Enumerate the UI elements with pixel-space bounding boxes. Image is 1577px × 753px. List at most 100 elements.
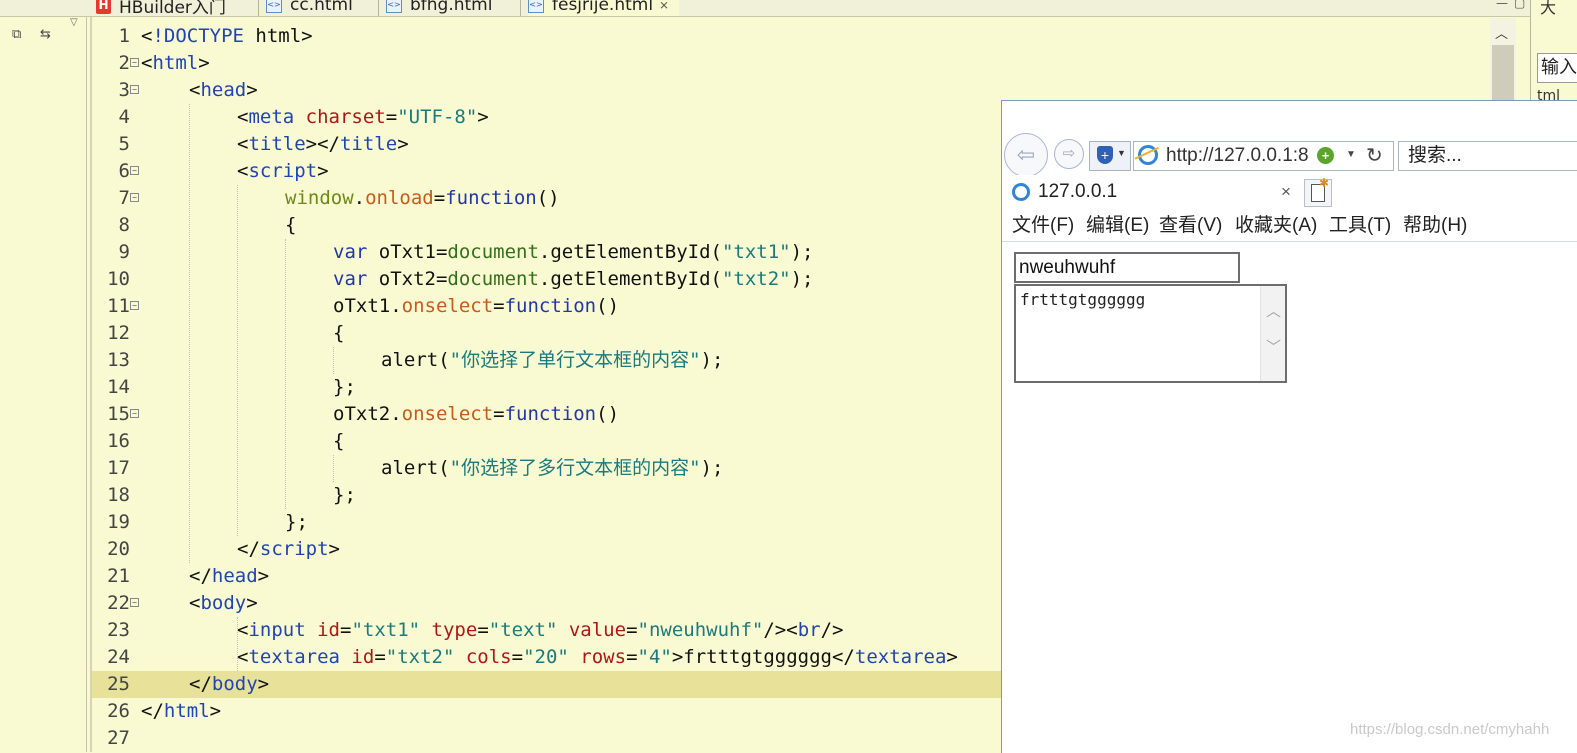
menu-favorites[interactable]: 收藏夹(A)	[1235, 211, 1317, 241]
code-token: ()	[596, 295, 620, 317]
compatibility-view-button[interactable]: + ▼	[1089, 141, 1131, 171]
menu-view[interactable]: 查看(V)	[1159, 211, 1222, 241]
minimize-icon[interactable]: —	[1496, 0, 1508, 10]
ie-logo-icon	[1138, 145, 1158, 165]
code-token: "20"	[523, 646, 569, 668]
code-line[interactable]: 1 <!DOCTYPE html>	[92, 23, 1490, 50]
code-token: };	[333, 376, 356, 398]
code-token: >	[397, 133, 409, 155]
address-bar[interactable]: http://127.0.0.1:8 + ▼ ↻	[1133, 141, 1394, 171]
code-line[interactable]: 2− <html>	[92, 50, 1490, 77]
code-token: .	[353, 187, 366, 209]
code-token: alert(	[381, 457, 450, 479]
browser-window: ⇦ ⇨ + ▼ http://127.0.0.1:8 + ▼ ↻ 搜索... 1…	[1001, 100, 1577, 753]
code-text: </head>	[189, 563, 269, 590]
close-icon[interactable]: ⨯	[659, 0, 669, 12]
code-token: charset	[305, 106, 386, 128]
code-token: ()	[536, 187, 560, 209]
maximize-icon[interactable]: ▢	[1514, 0, 1525, 10]
code-text: <body>	[189, 590, 258, 617]
code-token: var	[333, 241, 368, 263]
chevron-up-icon[interactable]: ︿	[1266, 300, 1281, 321]
menu-edit[interactable]: 编辑(E)	[1086, 211, 1149, 241]
link-editor-icon[interactable]: ⇆	[40, 27, 51, 42]
code-token: html	[152, 52, 199, 74]
menu-file[interactable]: 文件(F)	[1012, 211, 1074, 241]
menu-tools[interactable]: 工具(T)	[1329, 211, 1391, 241]
tab-cc-html[interactable]: <> cc.html	[266, 0, 353, 16]
fold-toggle-icon[interactable]: −	[130, 58, 139, 67]
search-input[interactable]: 搜索...	[1398, 141, 1577, 171]
arrow-right-icon: ⇨	[1062, 145, 1076, 162]
line-number: 20	[107, 538, 130, 560]
code-token: <	[189, 592, 201, 614]
single-line-text-input[interactable]: nweuhwuhf	[1014, 252, 1240, 283]
code-text: <html>	[141, 50, 210, 77]
tab-fesjrije-html[interactable]: <> fesjrije.html ⨯	[528, 0, 680, 16]
code-token: >	[209, 700, 222, 722]
code-token: function	[504, 295, 597, 317]
tab-separator	[520, 0, 521, 16]
tab-hbuilder-intro[interactable]: H HBuilder入门	[96, 0, 226, 16]
new-tab-button[interactable]: ✱	[1304, 176, 1332, 207]
code-token: head	[211, 565, 258, 587]
code-token: html>	[243, 25, 313, 47]
fold-toggle-icon[interactable]: −	[130, 598, 139, 607]
code-token: >	[317, 160, 329, 182]
tab-bfhg-html[interactable]: <> bfhg.html	[386, 0, 492, 16]
code-token: body	[211, 673, 258, 695]
chevron-down-icon[interactable]: ▼	[1346, 149, 1356, 160]
browser-tab[interactable]: 127.0.0.1 ×	[1006, 177, 1296, 208]
line-number: 9	[118, 241, 130, 263]
code-token: =	[511, 646, 524, 668]
tab-label: bfhg.html	[410, 0, 493, 15]
code-token: "txt2"	[385, 646, 455, 668]
code-token: <	[237, 160, 249, 182]
code-token: br	[797, 619, 821, 641]
fold-toggle-icon[interactable]: −	[130, 166, 139, 175]
line-number: 5	[118, 133, 130, 155]
code-token: ></	[305, 133, 340, 155]
code-token: document	[447, 241, 539, 263]
address-url[interactable]: http://127.0.0.1:8	[1166, 142, 1309, 170]
back-button[interactable]: ⇦	[1004, 133, 1048, 177]
code-token: !DOCTYPE	[152, 25, 244, 47]
tab-label: fesjrije.html	[552, 0, 654, 15]
chevron-down-icon[interactable]: ﹀	[1266, 336, 1281, 357]
menu-help[interactable]: 帮助(H)	[1403, 211, 1467, 241]
code-token: script	[259, 538, 329, 560]
close-icon[interactable]: ×	[1281, 177, 1291, 207]
fold-toggle-icon[interactable]: −	[130, 193, 139, 202]
code-text: var oTxt2=document.getElementById("txt2"…	[333, 266, 813, 293]
code-token: function	[445, 187, 537, 209]
textarea-scrollbar[interactable]: ︿ ﹀	[1260, 286, 1285, 381]
code-token: "4"	[637, 646, 672, 668]
view-menu-icon[interactable]: ▽	[70, 17, 78, 28]
panel-search-input[interactable]: 输入	[1537, 53, 1577, 83]
indent-guide	[237, 617, 238, 671]
add-site-icon[interactable]: +	[1317, 147, 1334, 164]
multi-line-textarea[interactable]: frtttgtgggggg ︿ ﹀	[1014, 284, 1287, 383]
code-token: <	[237, 619, 249, 641]
scroll-up-icon[interactable]: ︿	[1495, 23, 1508, 42]
forward-button[interactable]: ⇨	[1054, 139, 1084, 169]
code-token: {	[333, 322, 345, 344]
fold-toggle-icon[interactable]: −	[130, 409, 139, 418]
code-token: </	[141, 700, 164, 722]
code-token: rows	[580, 646, 627, 668]
code-token: {	[285, 214, 297, 236]
code-token: >	[198, 52, 210, 74]
fold-toggle-icon[interactable]: −	[130, 301, 139, 310]
code-token: title	[248, 133, 306, 155]
collapse-all-icon[interactable]: ⧉	[12, 27, 21, 42]
code-text: <script>	[237, 158, 329, 185]
code-token: =	[340, 619, 352, 641]
fold-toggle-icon[interactable]: −	[130, 85, 139, 94]
line-number: 10	[107, 268, 130, 290]
refresh-icon[interactable]: ↻	[1366, 143, 1383, 168]
code-text: };	[333, 374, 356, 401]
code-token: <	[141, 52, 153, 74]
